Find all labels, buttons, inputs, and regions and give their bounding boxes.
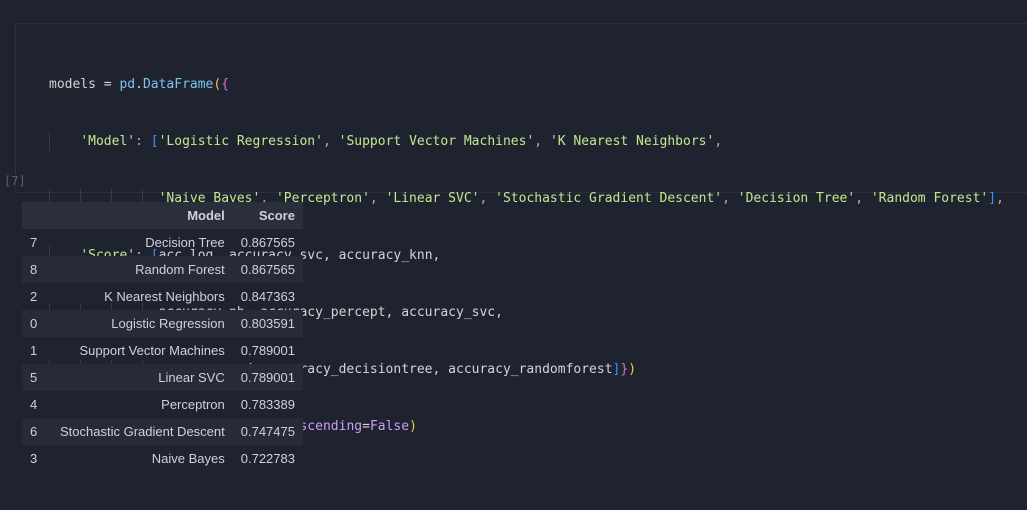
row-score: 0.867565 <box>232 256 303 283</box>
table-row: 3 Naive Bayes 0.722783 <box>22 445 303 472</box>
header-index <box>22 202 52 229</box>
token-model-str: 'K Nearest Neighbors' <box>549 134 715 149</box>
header-score: Score <box>232 202 303 229</box>
row-model: Naive Bayes <box>151 451 225 466</box>
token-comma: , <box>996 191 1004 206</box>
row-score: 0.789001 <box>240 343 295 358</box>
row-score: 0.867565 <box>240 235 295 250</box>
token-model-str: 'Support Vector Machines' <box>338 134 535 149</box>
row-score: 0.783389 <box>240 397 295 412</box>
token-model-key: 'Model' <box>80 134 136 149</box>
row-score: 0.803591 <box>232 310 303 337</box>
row-index: 1 <box>30 343 38 358</box>
dataframe-table: Model Score 7 Decision Tree 0.867565 8 Rando… <box>22 202 303 472</box>
token-models: models <box>49 77 96 92</box>
token-dot: . <box>135 77 143 92</box>
token-comma: , <box>722 191 738 206</box>
token-model-str: 'Decision Tree' <box>737 191 856 206</box>
row-index: 5 <box>22 364 52 391</box>
token-comma: , <box>479 191 496 206</box>
row-index: 8 <box>22 256 52 283</box>
token-model-str: 'Random Forest' <box>870 191 989 206</box>
header-model: Model <box>52 202 233 229</box>
token-colon: : <box>135 134 151 149</box>
row-index: 3 <box>30 451 38 466</box>
output-area: Model Score 7 Decision Tree 0.867565 8 Rando… <box>22 202 303 472</box>
row-model: Support Vector Machines <box>79 343 225 358</box>
table-header-row: Model Score <box>22 202 303 229</box>
row-index: 4 <box>30 397 38 412</box>
row-index: 7 <box>30 235 38 250</box>
token-comma: , <box>855 191 871 206</box>
table-row: 2 K Nearest Neighbors 0.847363 <box>22 283 303 310</box>
token-assign: = <box>362 419 370 434</box>
token-paren-close: ) <box>409 419 417 434</box>
token-eq: = <box>95 77 120 92</box>
token-false: False <box>369 419 410 434</box>
table-row: 7 Decision Tree 0.867565 <box>22 229 303 256</box>
token-brace-open: { <box>221 77 230 92</box>
code-line-1: models = pd.DataFrame({ <box>49 75 1004 94</box>
token-bracket-open: [ <box>150 134 159 149</box>
row-score: 0.722783 <box>240 451 295 466</box>
token-dataframe: DataFrame <box>142 77 214 92</box>
code-cell[interactable]: [7] models = pd.DataFrame({ 'Model': ['L… <box>4 23 1027 434</box>
row-model: Logistic Regression <box>52 310 233 337</box>
table-row: 4 Perceptron 0.783389 <box>22 391 303 418</box>
execution-count: [7] <box>4 174 26 188</box>
row-index: 0 <box>22 310 52 337</box>
token-comma: , <box>534 134 550 149</box>
row-index: 6 <box>22 418 52 445</box>
token-comma: , <box>322 134 339 149</box>
token-bracket-close: ] <box>988 191 997 206</box>
table-body: 7 Decision Tree 0.867565 8 Random Forest 0.86… <box>22 229 303 472</box>
code-line-2: 'Model': ['Logistic Regression', 'Suppor… <box>49 132 1004 151</box>
row-model: Linear SVC <box>52 364 233 391</box>
table-row: 5 Linear SVC 0.789001 <box>22 364 303 391</box>
row-model: Random Forest <box>52 256 233 283</box>
token-model-str: 'Logistic Regression' <box>158 134 323 149</box>
token-comma: , <box>369 191 386 206</box>
row-model: K Nearest Neighbors <box>104 289 225 304</box>
row-score: 0.747475 <box>232 418 303 445</box>
token-paren-close: ) <box>628 362 637 377</box>
table-row: 6 Stochastic Gradient Descent 0.747475 <box>22 418 303 445</box>
token-pd: pd <box>119 77 136 92</box>
row-model: Perceptron <box>161 397 225 412</box>
token-brace-close: } <box>620 362 629 377</box>
row-score: 0.789001 <box>232 364 303 391</box>
row-score: 0.847363 <box>240 289 295 304</box>
token-model-str: 'Linear SVC' <box>385 191 480 206</box>
row-model: Decision Tree <box>145 235 225 250</box>
table-row: 0 Logistic Regression 0.803591 <box>22 310 303 337</box>
row-index: 2 <box>30 289 38 304</box>
token-comma: , <box>714 134 723 149</box>
row-model: Stochastic Gradient Descent <box>52 418 233 445</box>
token-model-str: 'Stochastic Gradient Descent' <box>495 191 723 206</box>
table-row: 8 Random Forest 0.867565 <box>22 256 303 283</box>
table-row: 1 Support Vector Machines 0.789001 <box>22 337 303 364</box>
